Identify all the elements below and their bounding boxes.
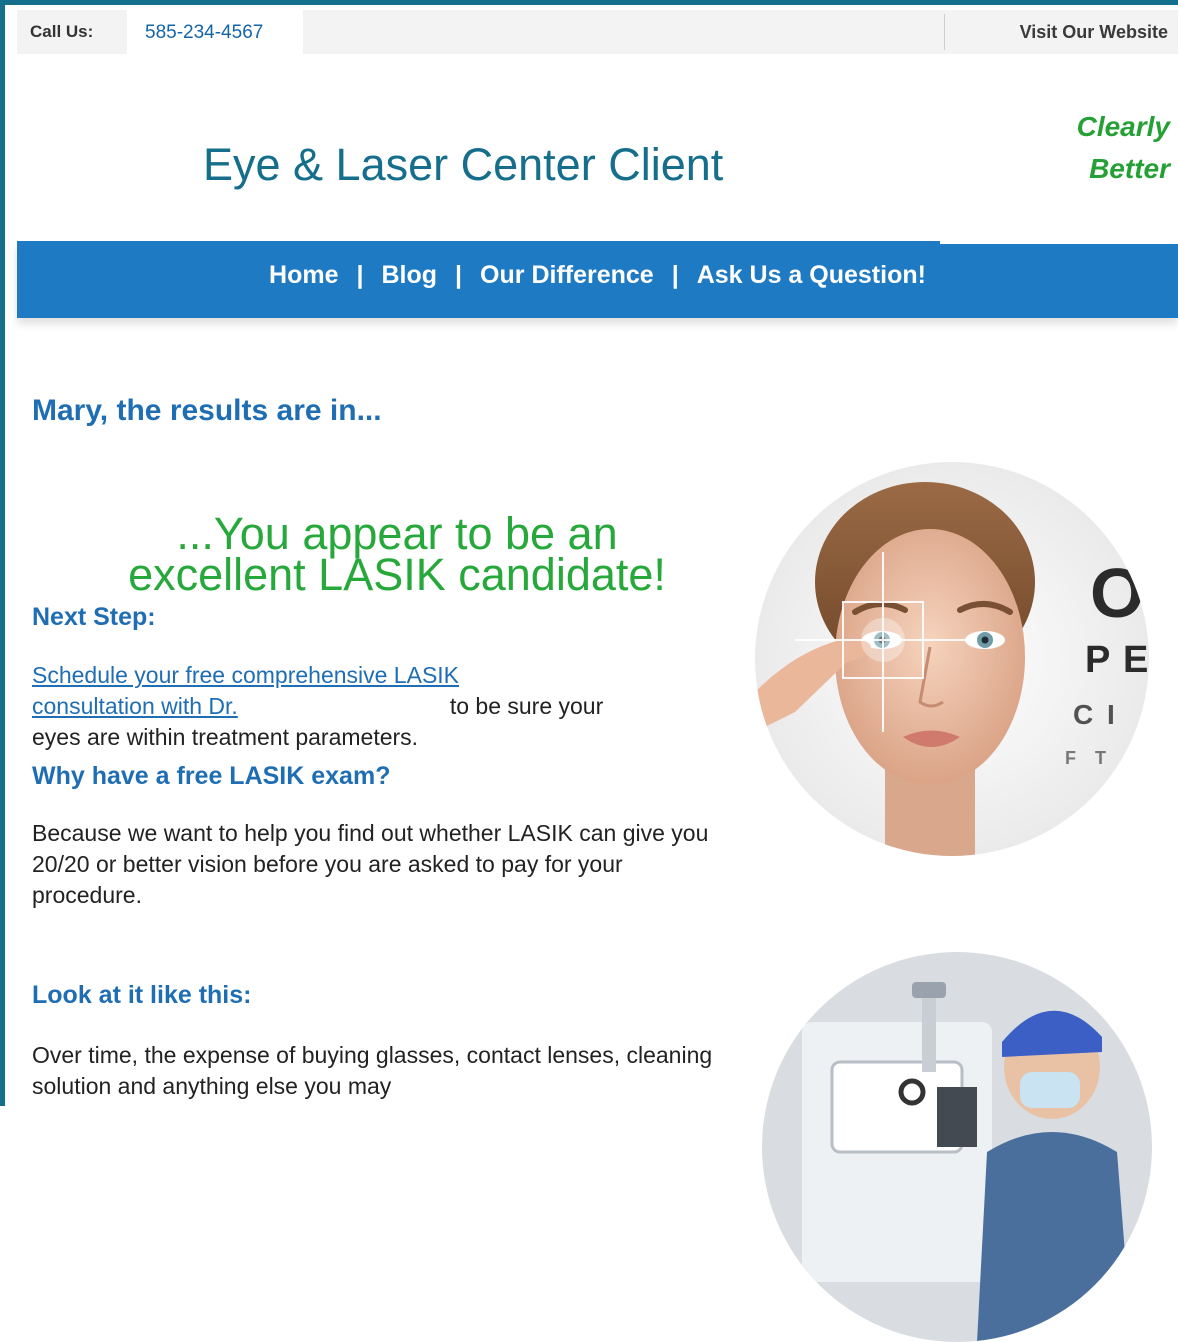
brand-title: Eye & Laser Center Client [203,139,724,190]
nav-separator: | [455,261,463,289]
nav-separator: | [671,261,679,289]
nav-item-ask-question[interactable]: Ask Us a Question! [697,261,926,289]
look-paragraph: Over time, the expense of buying glasses… [32,1042,713,1099]
schedule-line2: consultation with Dr. to be sure your [32,691,712,722]
tagline-line2: Better [1089,153,1170,184]
nav-separator: | [356,261,364,289]
schedule-line3: eyes are within treatment parameters. [32,724,419,750]
next-step-heading: Next Step: [32,603,156,631]
headline-line1: ...You appear to be an [176,508,618,559]
visit-website-link[interactable]: Visit Our Website [1020,22,1168,43]
svg-text:T: T [1095,748,1106,768]
top-bar: Call Us: 585-234-4567 Visit Our Website [17,10,1178,54]
woman-eye-chart-image: O P E C I F T [755,462,1149,856]
nav-item-home[interactable]: Home [269,261,338,289]
why-paragraph: Because we want to help you find out whe… [32,820,709,908]
svg-text:E: E [1123,639,1148,681]
why-heading: Why have a free LASIK exam? [32,762,391,790]
svg-text:I: I [1107,699,1115,730]
phone-box: 585-234-4567 [127,10,303,54]
greeting-heading: Mary, the results are in... [32,394,382,427]
schedule-link-cont[interactable]: consultation with Dr. [32,693,238,719]
main-nav: Home | Blog | Our Difference | Ask Us a Questi… [17,241,1178,318]
schedule-rest: to be sure your [449,693,604,719]
doctor-equipment-image [762,952,1152,1342]
tagline-line1: Clearly [1076,111,1170,142]
topbar-divider [944,14,945,50]
svg-text:F: F [1065,748,1076,768]
doctor-illustration [762,952,1152,1342]
svg-text:P: P [1085,639,1110,681]
tagline: Clearly Better [1077,106,1170,190]
nav-items: Home | Blog | Our Difference | Ask Us a Questi… [17,261,1178,290]
nav-item-our-difference[interactable]: Our Difference [480,261,654,289]
nav-top-notch [940,232,1178,244]
schedule-link[interactable]: Schedule your free comprehensive LASIK [32,662,459,688]
svg-text:C: C [1073,699,1093,730]
look-heading: Look at it like this: [32,981,252,1009]
headline-line2: excellent LASIK candidate! [128,549,666,600]
schedule-line1: Schedule your free comprehensive LASIK [32,660,712,691]
woman-eye-illustration: O P E C I F T [755,462,1149,856]
schedule-paragraph: Schedule your free comprehensive LASIK c… [32,660,712,753]
call-us-label: Call Us: [30,22,94,41]
nav-item-blog[interactable]: Blog [382,261,438,289]
phone-number[interactable]: 585-234-4567 [145,22,263,44]
candidate-headline: ...You appear to be an excellent LASIK c… [92,508,702,600]
